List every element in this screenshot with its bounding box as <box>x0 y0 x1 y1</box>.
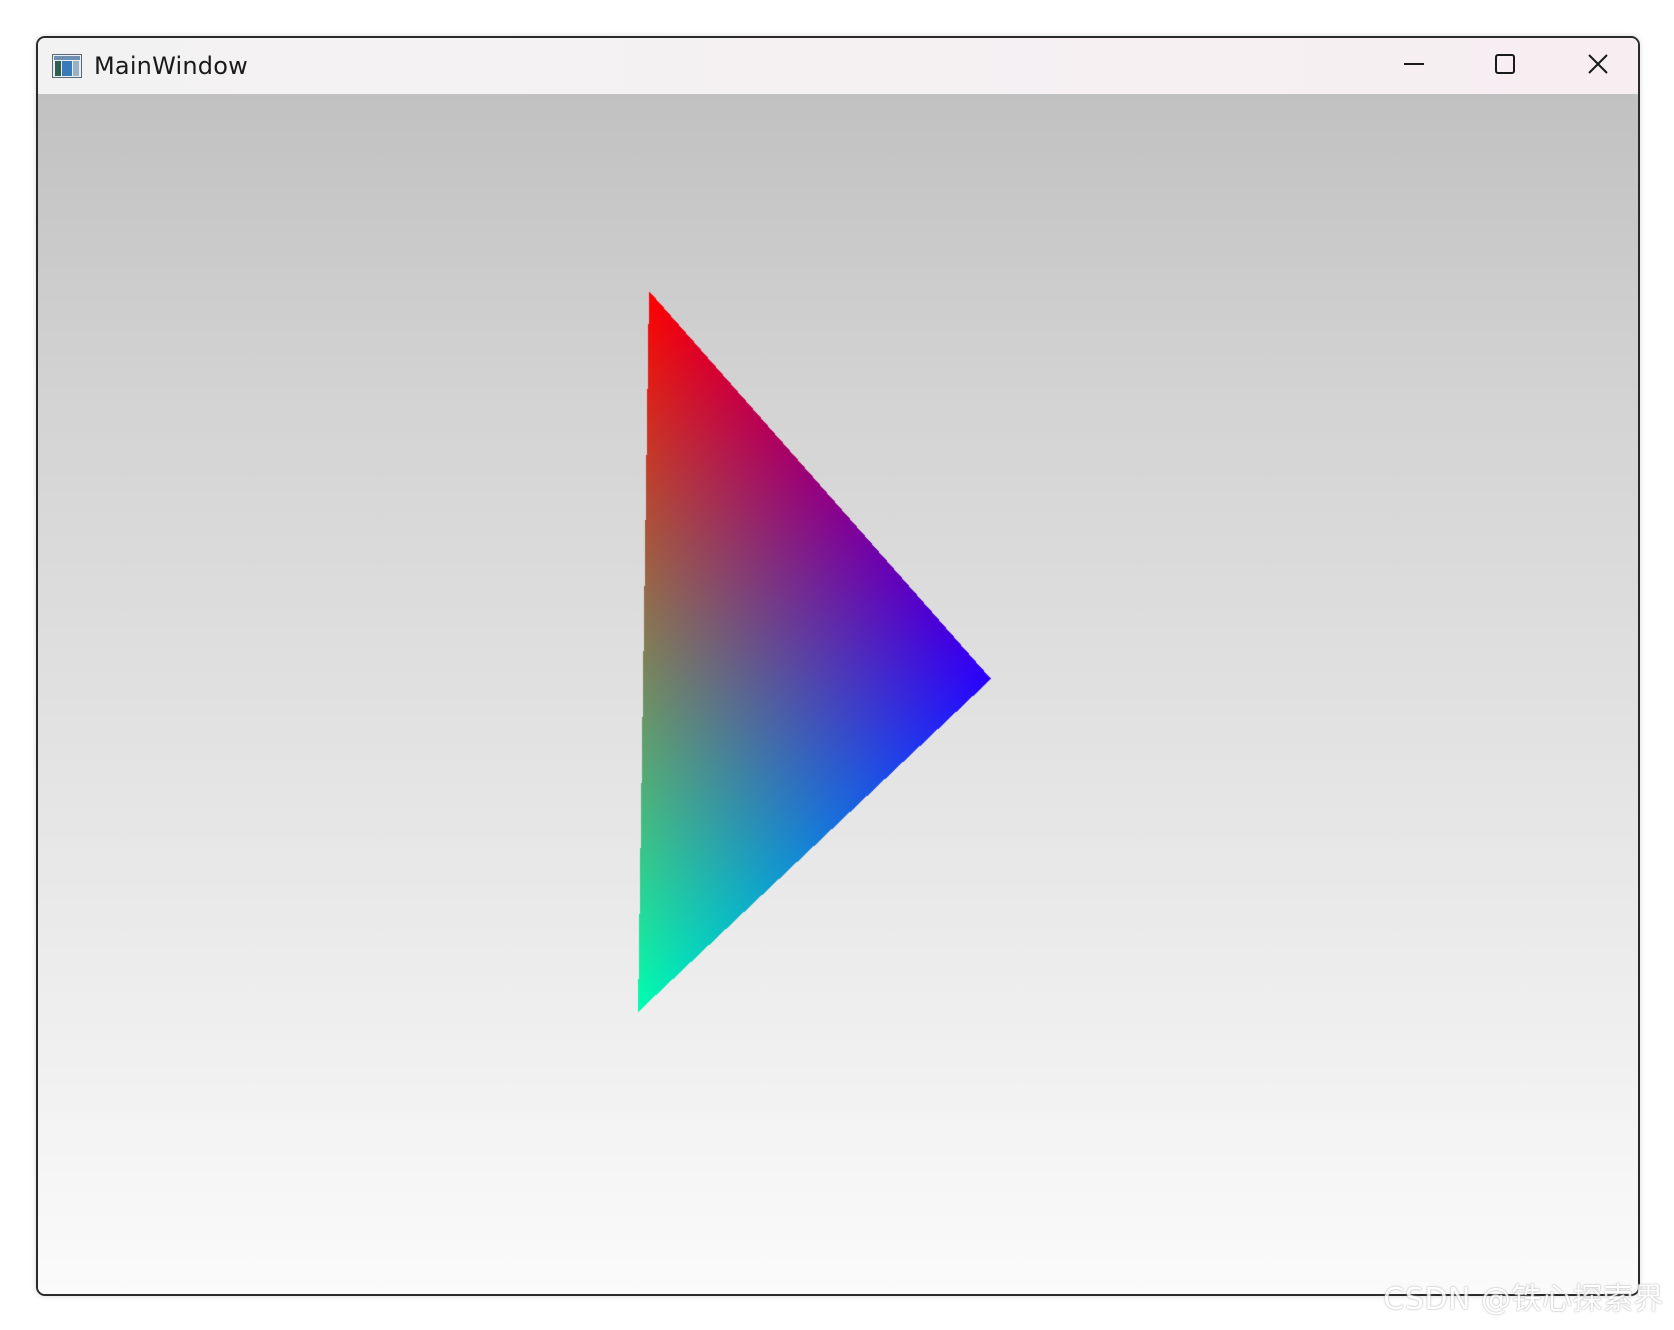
maximize-icon <box>1494 53 1516 80</box>
opengl-viewport[interactable] <box>38 94 1638 1294</box>
screenshot-page: MainWindow CSDN @铁心探索界 <box>0 0 1674 1330</box>
minimize-button[interactable] <box>1368 38 1460 94</box>
close-icon <box>1587 53 1609 80</box>
title-bar[interactable]: MainWindow <box>38 38 1638 94</box>
watermark-text: CSDN @铁心探索界 <box>1383 1282 1664 1317</box>
app-window-icon <box>52 54 82 78</box>
maximize-button[interactable] <box>1459 38 1551 94</box>
close-button[interactable] <box>1552 38 1638 94</box>
rendered-triangle-canvas <box>38 94 1638 1294</box>
window-title: MainWindow <box>94 52 248 80</box>
minimize-icon <box>1403 53 1425 80</box>
main-window: MainWindow <box>36 36 1640 1296</box>
